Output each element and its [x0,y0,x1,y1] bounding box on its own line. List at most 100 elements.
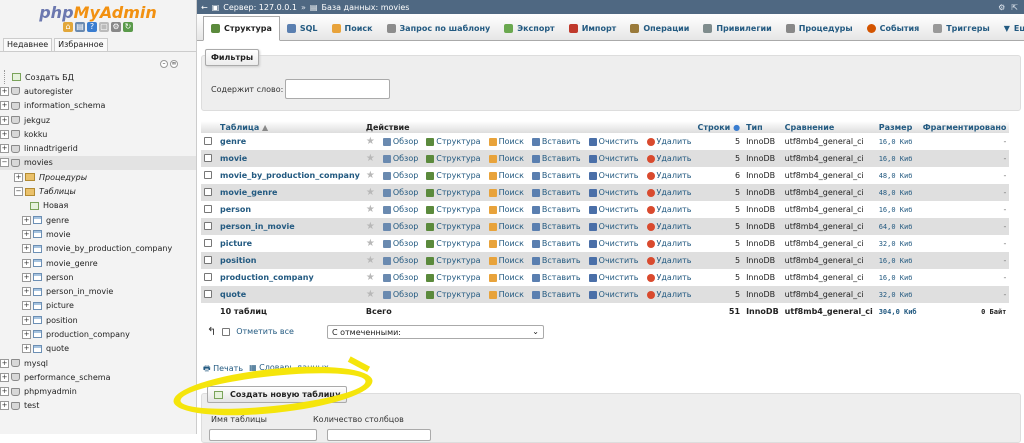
insert-link[interactable]: Вставить [531,222,581,231]
browse-link[interactable]: Обзор [382,171,418,180]
search-link[interactable]: Поиск [488,171,524,180]
structure-link[interactable]: Структура [426,222,481,231]
favorite-star-icon[interactable]: ★ [366,136,375,147]
tree-table[interactable]: + production_company [0,327,196,341]
tree-db[interactable]: + information_schema [0,99,196,113]
favorite-star-icon[interactable]: ★ [366,221,375,232]
row-checkbox[interactable] [204,221,212,230]
tree-table[interactable]: + picture [0,299,196,313]
browse-link[interactable]: Обзор [382,239,418,248]
expand-icon[interactable]: + [22,344,31,354]
browse-link[interactable]: Обзор [382,188,418,197]
structure-link[interactable]: Структура [426,188,481,197]
back-arrow-icon[interactable]: ← [201,3,208,12]
collapse-all-icon[interactable]: – [160,60,168,68]
print-link[interactable]: 🖶 Печать [203,363,243,377]
gear-icon[interactable]: ⚙ [111,22,121,32]
expand-icon[interactable]: + [22,329,31,339]
tree-procedures[interactable]: + Процедуры [0,170,196,184]
home-icon[interactable]: ⌂ [63,22,73,32]
table-name-link[interactable]: person_in_movie [217,218,363,235]
insert-link[interactable]: Вставить [531,239,581,248]
drop-link[interactable]: Удалить [646,137,692,146]
insert-link[interactable]: Вставить [531,273,581,282]
table-name-link[interactable]: quote [217,286,363,303]
expand-icon[interactable]: + [14,172,23,182]
num-columns-input[interactable] [327,429,431,441]
expand-icon[interactable]: + [0,86,9,96]
empty-link[interactable]: Очистить [588,154,639,163]
tree-db[interactable]: + performance_schema [0,370,196,384]
search-link[interactable]: Поиск [488,273,524,282]
browse-link[interactable]: Обзор [382,205,418,214]
col-size-header[interactable]: Размер [875,121,920,133]
favorite-star-icon[interactable]: ★ [366,272,375,283]
table-name-link[interactable]: picture [217,235,363,252]
structure-link[interactable]: Структура [426,171,481,180]
col-table-header[interactable]: Таблица ▲ [217,121,363,133]
row-size[interactable]: 16,0 Киб [875,201,920,218]
table-name-link[interactable]: genre [217,133,363,150]
browse-link[interactable]: Обзор [382,290,418,299]
table-name-link[interactable]: person [217,201,363,218]
collapse-icon[interactable]: − [0,158,9,168]
drop-link[interactable]: Удалить [646,188,692,197]
favorite-star-icon[interactable]: ★ [366,170,375,181]
insert-link[interactable]: Вставить [531,137,581,146]
search-link[interactable]: Поиск [488,188,524,197]
favorite-star-icon[interactable]: ★ [366,289,375,300]
structure-link[interactable]: Структура [426,256,481,265]
tab-favorites[interactable]: Избранное [54,38,108,51]
empty-link[interactable]: Очистить [588,239,639,248]
drop-link[interactable]: Удалить [646,256,692,265]
tree-db[interactable]: + autoregister [0,84,196,98]
with-selected-select[interactable]: С отмеченными: ⌄ [327,325,544,339]
expand-icon[interactable]: + [22,301,31,311]
tab-privileges[interactable]: Привилегии [696,16,778,40]
tree-db[interactable]: + mysql [0,356,196,370]
insert-link[interactable]: Вставить [531,256,581,265]
insert-link[interactable]: Вставить [531,205,581,214]
browse-link[interactable]: Обзор [382,137,418,146]
tree-table[interactable]: + movie_by_production_company [0,242,196,256]
tab-search[interactable]: Поиск [325,16,380,40]
expand-icon[interactable]: + [0,387,9,397]
col-overhead-header[interactable]: Фрагментировано [919,121,1010,133]
empty-link[interactable]: Очистить [588,171,639,180]
table-name-link[interactable]: movie [217,150,363,167]
table-name-link[interactable]: position [217,252,363,269]
empty-link[interactable]: Очистить [588,290,639,299]
structure-link[interactable]: Структура [426,205,481,214]
tree-db[interactable]: + test [0,399,196,413]
drop-link[interactable]: Удалить [646,171,692,180]
row-checkbox[interactable] [204,204,212,213]
breadcrumb-database[interactable]: База данных: movies [321,3,409,12]
tree-db[interactable]: + kokku [0,127,196,141]
browse-link[interactable]: Обзор [382,256,418,265]
insert-link[interactable]: Вставить [531,154,581,163]
empty-link[interactable]: Очистить [588,137,639,146]
tab-more[interactable]: ▼Ещё [997,16,1024,40]
tree-table[interactable]: + movie_genre [0,256,196,270]
row-checkbox[interactable] [204,255,212,264]
tree-table[interactable]: + movie [0,227,196,241]
search-link[interactable]: Поиск [488,290,524,299]
expand-icon[interactable]: + [22,215,31,225]
tree-table[interactable]: + person [0,270,196,284]
search-link[interactable]: Поиск [488,154,524,163]
row-size[interactable]: 16,0 Киб [875,133,920,150]
favorite-star-icon[interactable]: ★ [366,153,375,164]
tab-routines[interactable]: Процедуры [779,16,860,40]
insert-link[interactable]: Вставить [531,171,581,180]
favorite-star-icon[interactable]: ★ [366,204,375,215]
tree-new-table[interactable]: Новая [0,199,196,213]
drop-link[interactable]: Удалить [646,273,692,282]
empty-link[interactable]: Очистить [588,256,639,265]
tab-recent[interactable]: Недавнее [3,38,53,51]
expand-icon[interactable]: + [0,358,9,368]
tab-operations[interactable]: Операции [623,16,696,40]
collapse-icon[interactable]: − [14,187,23,197]
table-name-input[interactable] [209,429,317,441]
tab-sql[interactable]: SQL [280,16,325,40]
drop-link[interactable]: Удалить [646,222,692,231]
